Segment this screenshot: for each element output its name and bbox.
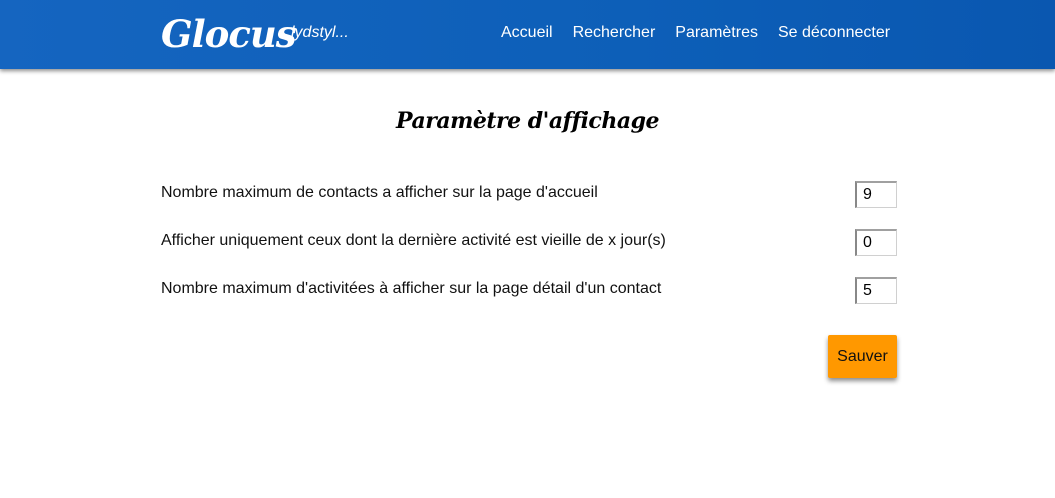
navbar: Glocus lydstyl... Accueil Rechercher Par… — [0, 0, 1055, 69]
nav-link-logout[interactable]: Se déconnecter — [778, 23, 890, 43]
app-logo[interactable]: Glocus — [161, 11, 297, 57]
setting-label-max-contacts: Nombre maximum de contacts a afficher su… — [161, 184, 598, 201]
max-activities-input[interactable] — [855, 277, 897, 304]
activity-age-input[interactable] — [855, 229, 897, 256]
setting-row-max-activities: Nombre maximum d'activitées à afficher s… — [161, 277, 897, 307]
setting-label-max-activities: Nombre maximum d'activitées à afficher s… — [161, 280, 662, 297]
save-button[interactable]: Sauver — [828, 335, 897, 378]
username-label: lydstyl... — [291, 24, 349, 41]
nav-link-rechercher[interactable]: Rechercher — [573, 23, 656, 43]
nav-link-parametres[interactable]: Paramètres — [675, 23, 758, 43]
max-contacts-input[interactable] — [855, 181, 897, 208]
main-nav: Accueil Rechercher Paramètres Se déconne… — [501, 23, 890, 43]
nav-link-accueil[interactable]: Accueil — [501, 23, 553, 43]
setting-row-max-contacts: Nombre maximum de contacts a afficher su… — [161, 181, 897, 211]
setting-label-activity-age: Afficher uniquement ceux dont la dernièr… — [161, 232, 666, 249]
setting-row-activity-age: Afficher uniquement ceux dont la dernièr… — [161, 229, 897, 259]
page-title: Paramètre d'affichage — [396, 108, 659, 134]
